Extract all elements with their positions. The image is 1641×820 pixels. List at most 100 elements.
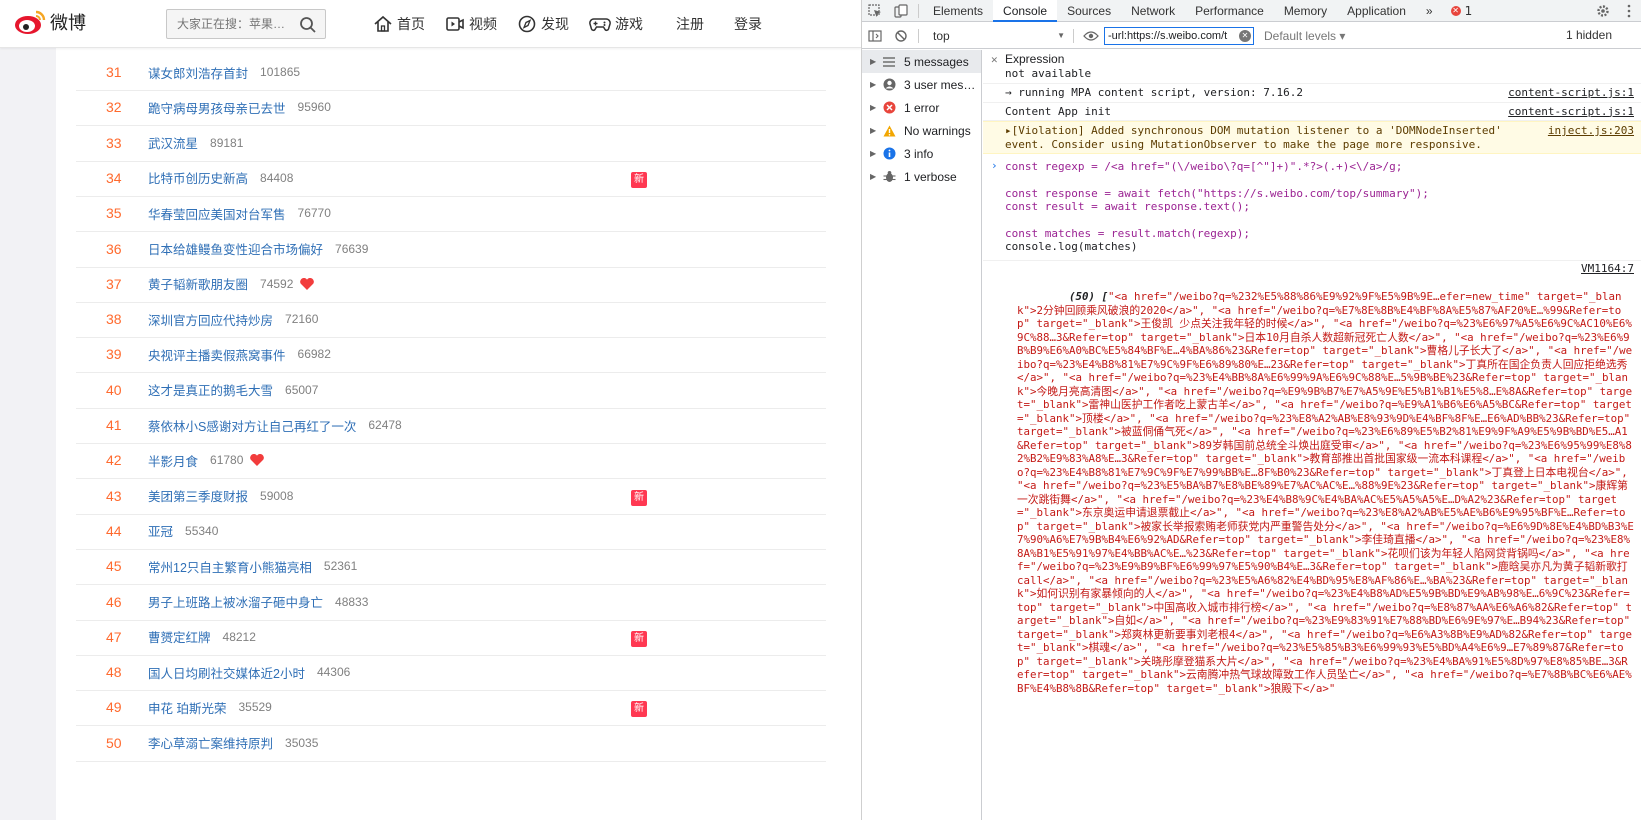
source-link[interactable]: VM1164:7 <box>1581 262 1634 275</box>
settings-button[interactable] <box>1590 0 1616 22</box>
topic-link[interactable]: 深圳官方回应代持炒房 <box>148 310 273 329</box>
topic-link[interactable]: 李心草溺亡案维持原判 <box>148 733 273 752</box>
error-dot-icon: ✕ <box>1450 5 1461 16</box>
error-counter[interactable]: ✕ 1 <box>1450 4 1472 18</box>
hot-search-row[interactable]: 48 国人日均刷社交媒体近2小时 44306 <box>76 654 826 692</box>
tab-sources[interactable]: Sources <box>1057 0 1121 22</box>
nav-discover[interactable]: 发现 <box>517 14 569 34</box>
hot-search-row[interactable]: 49 申花 珀斯光荣 35529 新 <box>76 689 826 727</box>
login-link[interactable]: 登录 <box>734 14 762 34</box>
topic-link[interactable]: 男子上班路上被冰溜子砸中身亡 <box>148 592 323 611</box>
console-output-array[interactable]: (50) ["<a href="/weibo?q=%232%E5%88%86%E… <box>983 275 1641 711</box>
inspect-element-button[interactable] <box>862 0 888 22</box>
clear-console-button[interactable] <box>888 25 914 47</box>
more-options-button[interactable] <box>1616 0 1641 22</box>
heat-count: 76770 <box>297 206 331 221</box>
topic-link[interactable]: 美团第三季度财报 <box>148 486 248 505</box>
expand-triangle-icon[interactable]: ▶ <box>870 126 880 135</box>
hot-search-row[interactable]: 38 深圳官方回应代持炒房 72160 <box>76 301 826 339</box>
hot-search-row[interactable]: 45 常州12只自主繁育小熊猫亮相 52361 <box>76 548 826 586</box>
topic-link[interactable]: 这才是真正的鹅毛大雪 <box>148 380 273 399</box>
nav-video[interactable]: 视频 <box>445 14 497 34</box>
clear-filter-icon[interactable]: ✕ <box>1239 29 1251 42</box>
topic-link[interactable]: 黄子韬新歌朋友圈 <box>148 274 248 293</box>
weibo-logo[interactable]: 微博 <box>14 8 86 36</box>
nav-games[interactable]: 游戏 <box>589 14 643 34</box>
weibo-eye-icon <box>15 10 46 34</box>
more-tabs-button[interactable]: » <box>1416 0 1443 22</box>
sidebar-filter-item[interactable]: ▶ 5 messages <box>862 50 981 73</box>
topic-link[interactable]: 央视评主播卖假燕窝事件 <box>148 345 286 364</box>
tab-network[interactable]: Network <box>1121 0 1185 22</box>
tab-elements[interactable]: Elements <box>923 0 993 22</box>
nav-home[interactable]: 首页 <box>373 14 425 34</box>
error-icon <box>880 101 898 114</box>
log-levels-dropdown[interactable]: Default levels ▾ <box>1264 29 1345 43</box>
weibo-search-input[interactable] <box>167 10 285 38</box>
hot-search-row[interactable]: 33 武汉流星 89181 <box>76 125 826 162</box>
console-filter-input[interactable]: -url:https://s.weibo.com/t ✕ <box>1104 26 1254 45</box>
search-icon[interactable] <box>299 16 317 34</box>
close-expression-icon[interactable]: ✕ <box>991 53 998 67</box>
topic-link[interactable]: 比特币创历史新高 <box>148 168 248 187</box>
topic-link[interactable]: 曹赟定红牌 <box>148 627 211 646</box>
tab-memory[interactable]: Memory <box>1274 0 1337 22</box>
sidebar-filter-item[interactable]: ▶ No warnings <box>862 119 981 142</box>
tab-performance[interactable]: Performance <box>1185 0 1274 22</box>
heat-count: 48212 <box>222 629 256 644</box>
source-link[interactable]: inject.js:203 <box>1548 124 1634 138</box>
sidebar-filter-item[interactable]: ▶ 1 verbose <box>862 165 981 188</box>
hot-search-row[interactable]: 35 华春莹回应美国对台军售 76770 <box>76 195 826 233</box>
topic-link[interactable]: 常州12只自主繁育小熊猫亮相 <box>148 557 312 576</box>
expand-triangle-icon[interactable]: ▶ <box>870 103 880 112</box>
sidebar-filter-item[interactable]: ▶ 3 user mes… <box>862 73 981 96</box>
hot-search-row[interactable]: 50 李心草溺亡案维持原判 35035 <box>76 725 826 762</box>
hot-search-row[interactable]: 37 黄子韬新歌朋友圈 74592 <box>76 266 826 303</box>
hot-search-row[interactable]: 47 曹赟定红牌 48212 新 <box>76 619 826 656</box>
hot-search-row[interactable]: 42 半影月食 61780 <box>76 442 826 480</box>
expand-triangle-icon[interactable]: ▶ <box>870 80 880 89</box>
hot-search-row[interactable]: 31 谋女郎刘浩存首封 101865 <box>76 54 826 91</box>
weibo-search-box <box>166 9 326 39</box>
topic-link[interactable]: 国人日均刷社交媒体近2小时 <box>148 663 305 682</box>
heat-count: 61780 <box>210 453 244 468</box>
topic-link[interactable]: 跪守病母男孩母亲已去世 <box>148 98 286 117</box>
topic-link[interactable]: 半影月食 <box>148 451 198 470</box>
hot-search-row[interactable]: 40 这才是真正的鹅毛大雪 65007 <box>76 372 826 409</box>
sidebar-filter-item[interactable]: ▶ 1 error <box>862 96 981 119</box>
violation-text: ▸[Violation] Added synchronous DOM mutat… <box>1005 124 1502 151</box>
toolbar-separator <box>1073 28 1074 43</box>
topic-link[interactable]: 日本给雄鳗鱼变性迎合市场偏好 <box>148 239 323 258</box>
tab-console[interactable]: Console <box>993 0 1058 22</box>
hot-search-row[interactable]: 32 跪守病母男孩母亲已去世 95960 <box>76 89 826 127</box>
hot-search-row[interactable]: 44 亚冠 55340 <box>76 513 826 550</box>
source-link[interactable]: content-script.js:1 <box>1508 86 1634 100</box>
gear-icon <box>1597 4 1609 17</box>
tab-application[interactable]: Application <box>1337 0 1416 22</box>
register-link[interactable]: 注册 <box>676 14 704 34</box>
context-selector[interactable]: top ▼ <box>929 27 1069 45</box>
devtools-panel: Elements Console Sources Network Performance… <box>861 0 1641 820</box>
heat-count: 74592 <box>260 276 294 291</box>
source-link[interactable]: content-script.js:1 <box>1508 105 1634 119</box>
sidebar-filter-item[interactable]: ▶ 3 info <box>862 142 981 165</box>
expand-triangle-icon[interactable]: ▶ <box>870 149 880 158</box>
topic-link[interactable]: 亚冠 <box>148 521 173 540</box>
hot-search-row[interactable]: 36 日本给雄鳗鱼变性迎合市场偏好 76639 <box>76 231 826 268</box>
hot-search-row[interactable]: 41 蔡依林小S感谢对方让自己再红了一次 62478 <box>76 407 826 444</box>
topic-link[interactable]: 华春莹回应美国对台军售 <box>148 204 286 223</box>
hot-search-row[interactable]: 34 比特币创历史新高 84408 新 <box>76 160 826 197</box>
topic-link[interactable]: 武汉流星 <box>148 133 198 152</box>
expand-triangle-icon[interactable]: ▶ <box>870 57 880 66</box>
device-toolbar-button[interactable] <box>888 0 914 22</box>
violation-warning[interactable]: ▸[Violation] Added synchronous DOM mutat… <box>983 121 1641 154</box>
expand-triangle-icon[interactable]: ▶ <box>870 172 880 181</box>
topic-link[interactable]: 申花 珀斯光荣 <box>148 698 226 717</box>
toggle-sidebar-button[interactable] <box>862 25 888 47</box>
topic-link[interactable]: 谋女郎刘浩存首封 <box>148 63 248 82</box>
topic-link[interactable]: 蔡依林小S感谢对方让自己再红了一次 <box>148 416 356 435</box>
hot-search-row[interactable]: 39 央视评主播卖假燕窝事件 66982 <box>76 336 826 374</box>
hot-search-row[interactable]: 46 男子上班路上被冰溜子砸中身亡 48833 <box>76 584 826 621</box>
hot-search-row[interactable]: 43 美团第三季度财报 59008 新 <box>76 478 826 515</box>
live-expression-button[interactable] <box>1078 25 1104 47</box>
